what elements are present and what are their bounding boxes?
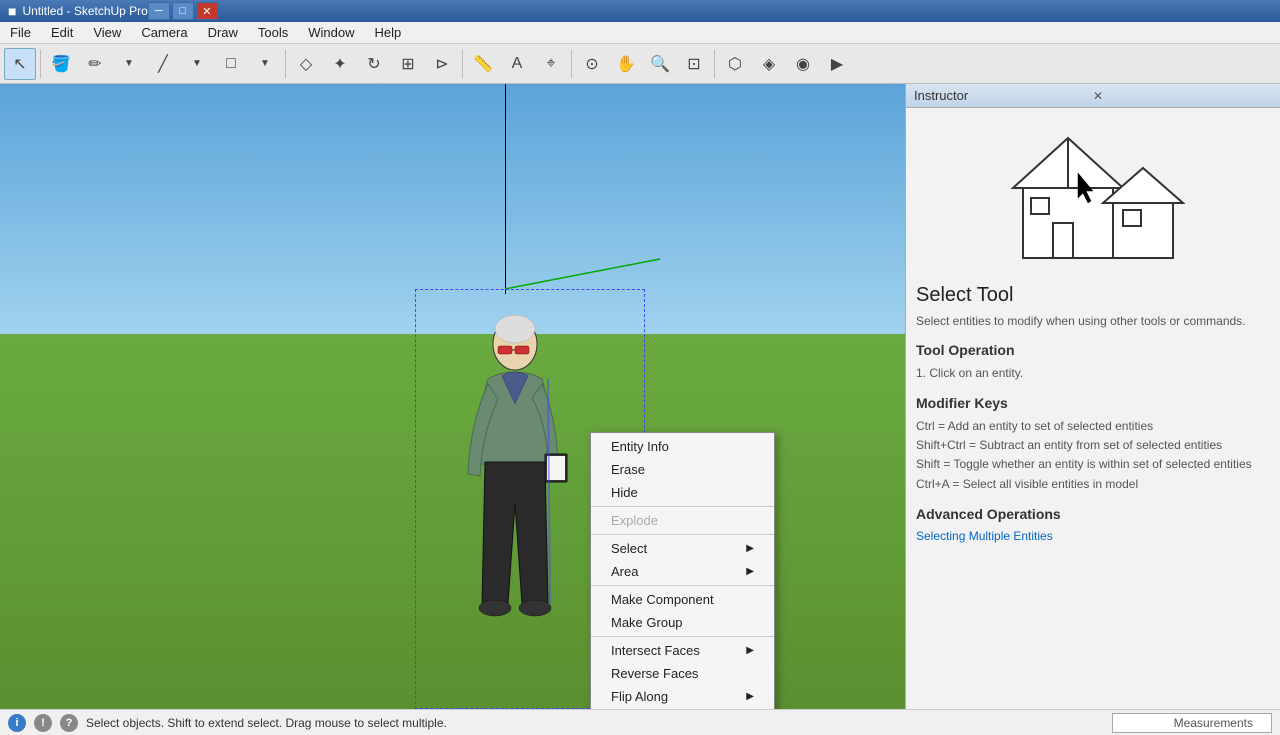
protractor-button[interactable]: ⌖ [535, 48, 567, 80]
viewport[interactable]: Entity Info Erase Hide Explode Select ▶ … [0, 84, 905, 709]
menu-file[interactable]: File [0, 23, 41, 42]
advanced-ops-link[interactable]: Selecting Multiple Entities [916, 529, 1053, 543]
zoom-button[interactable]: 🔍 [644, 48, 676, 80]
tape-button[interactable]: 📏 [467, 48, 499, 80]
instructor-illustration [993, 118, 1193, 268]
ctx-hide[interactable]: Hide [591, 481, 774, 504]
followme-button[interactable]: ⊳ [426, 48, 458, 80]
toolbar-sep-4 [571, 50, 572, 78]
tool-description: Select entities to modify when using oth… [916, 313, 1270, 330]
statusbar: i ! ? Select objects. Shift to extend se… [0, 709, 1280, 735]
person-figure [460, 304, 580, 684]
axis-vertical [505, 84, 506, 294]
dropdown-3[interactable]: ▼ [249, 48, 281, 80]
ctx-erase[interactable]: Erase [591, 458, 774, 481]
paint-tool-button[interactable]: 🪣 [45, 48, 77, 80]
sky [0, 84, 905, 365]
minimize-button[interactable]: ─ [148, 2, 170, 20]
titlebar: ■ Untitled - SketchUp Pro ─ □ ✕ [0, 0, 1280, 22]
menu-edit[interactable]: Edit [41, 23, 83, 42]
instructor-title-bar: Instructor ✕ [906, 84, 1280, 108]
scale-button[interactable]: ⊞ [392, 48, 424, 80]
ctx-sep-2 [591, 534, 774, 535]
line-tool-button[interactable]: ╱ [147, 48, 179, 80]
modifier-keys-body: Ctrl = Add an entity to set of selected … [916, 417, 1270, 494]
ctx-intersect-faces[interactable]: Intersect Faces ▶ [591, 639, 774, 662]
dropdown-2[interactable]: ▼ [181, 48, 213, 80]
ctx-area[interactable]: Area ▶ [591, 560, 774, 583]
instructor-close-button[interactable]: ✕ [1093, 89, 1272, 103]
instructor-title-text: Instructor [914, 88, 1093, 103]
ctx-reverse-faces[interactable]: Reverse Faces [591, 662, 774, 685]
ctx-sep-3 [591, 585, 774, 586]
ctx-make-group[interactable]: Make Group [591, 611, 774, 634]
measurements-label: Measurements [1174, 716, 1253, 730]
rotate-button[interactable]: ↻ [358, 48, 390, 80]
scenes-button[interactable]: ▶ [821, 48, 853, 80]
status-icon-question: ? [60, 714, 78, 732]
orbit-button[interactable]: ⊙ [576, 48, 608, 80]
measurements-box: Measurements [1112, 713, 1272, 733]
close-button[interactable]: ✕ [196, 2, 218, 20]
ctx-flip-along[interactable]: Flip Along ▶ [591, 685, 774, 708]
ctx-flip-arrow: ▶ [746, 691, 754, 702]
menu-draw[interactable]: Draw [198, 23, 248, 42]
dimension-button[interactable]: A [501, 48, 533, 80]
status-message: Select objects. Shift to extend select. … [86, 716, 447, 730]
ctx-sep-1 [591, 506, 774, 507]
toolbar-sep-1 [40, 50, 41, 78]
pencil-tool-button[interactable]: ✏ [79, 48, 111, 80]
pan-button[interactable]: ✋ [610, 48, 642, 80]
titlebar-controls: ─ □ ✕ [148, 2, 218, 20]
tool-name-heading: Select Tool [916, 284, 1270, 307]
toolbar-sep-5 [714, 50, 715, 78]
tool-operation-body: 1. Click on an entity. [916, 364, 1270, 383]
ctx-intersect-arrow: ▶ [746, 645, 754, 656]
advanced-ops-title: Advanced Operations [916, 506, 1270, 522]
modifier-keys-title: Modifier Keys [916, 395, 1270, 411]
app-icon: ■ [8, 3, 16, 19]
materials-button[interactable]: ◈ [753, 48, 785, 80]
maximize-button[interactable]: □ [172, 2, 194, 20]
menu-window[interactable]: Window [298, 23, 364, 42]
ctx-select-arrow: ▶ [746, 543, 754, 554]
menu-tools[interactable]: Tools [248, 23, 298, 42]
status-icon-info: i [8, 714, 26, 732]
move-button[interactable]: ✦ [324, 48, 356, 80]
ctx-select[interactable]: Select ▶ [591, 537, 774, 560]
dropdown-1[interactable]: ▼ [113, 48, 145, 80]
main-area: Entity Info Erase Hide Explode Select ▶ … [0, 84, 1280, 709]
titlebar-title: Untitled - SketchUp Pro [22, 4, 147, 18]
zoom-window-button[interactable]: ⊡ [678, 48, 710, 80]
ctx-entity-info[interactable]: Entity Info [591, 435, 774, 458]
context-menu: Entity Info Erase Hide Explode Select ▶ … [590, 432, 775, 709]
menu-view[interactable]: View [83, 23, 131, 42]
ctx-sep-4 [591, 636, 774, 637]
shape-tool-button[interactable]: □ [215, 48, 247, 80]
ctx-explode: Explode [591, 509, 774, 532]
instructor-content[interactable]: Select Tool Select entities to modify wh… [906, 108, 1280, 709]
styles-button[interactable]: ◉ [787, 48, 819, 80]
status-icon-warning: ! [34, 714, 52, 732]
menu-help[interactable]: Help [365, 23, 412, 42]
instructor-panel: Instructor ✕ [905, 84, 1280, 709]
toolbar-sep-2 [285, 50, 286, 78]
menubar: File Edit View Camera Draw Tools Window … [0, 22, 1280, 44]
menu-camera[interactable]: Camera [131, 23, 197, 42]
select-tool-button[interactable]: ↖ [4, 48, 36, 80]
component-button[interactable]: ⬡ [719, 48, 751, 80]
toolbar: ↖ 🪣 ✏ ▼ ╱ ▼ □ ▼ ◇ ✦ ↻ ⊞ ⊳ 📏 A ⌖ ⊙ ✋ 🔍 ⊡ … [0, 44, 1280, 84]
toolbar-sep-3 [462, 50, 463, 78]
push-pull-button[interactable]: ◇ [290, 48, 322, 80]
ctx-area-arrow: ▶ [746, 566, 754, 577]
ctx-make-component[interactable]: Make Component [591, 588, 774, 611]
tool-operation-title: Tool Operation [916, 342, 1270, 358]
